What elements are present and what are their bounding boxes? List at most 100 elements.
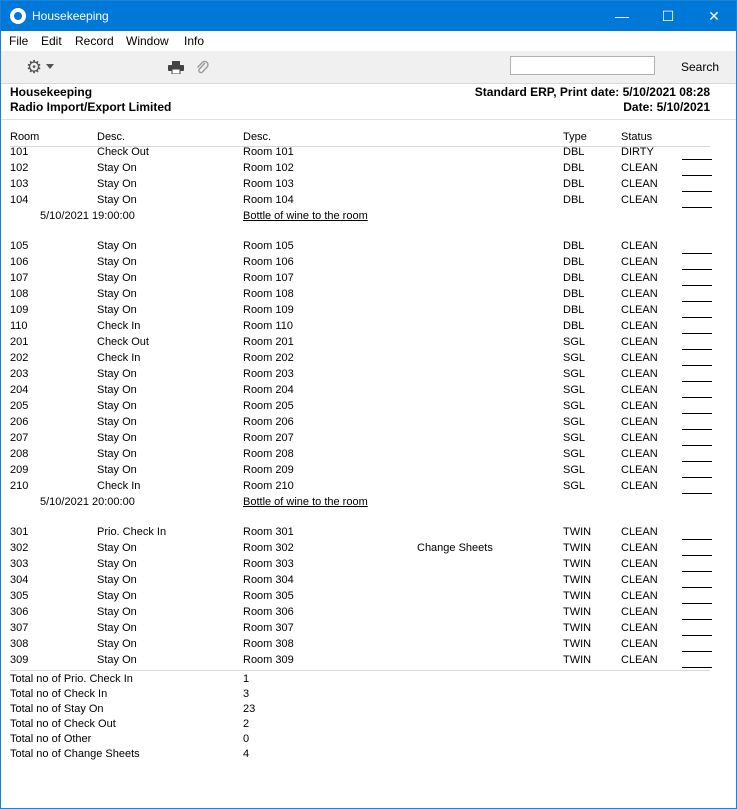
print-icon[interactable] — [168, 61, 184, 74]
room-status: CLEAN — [621, 320, 658, 332]
room-description: Room 309 — [243, 654, 294, 666]
room-action: Stay On — [97, 606, 137, 618]
room-number: 210 — [10, 480, 29, 492]
room-description: Room 104 — [243, 194, 294, 206]
minimize-button[interactable]: — — [599, 1, 645, 31]
room-status: DIRTY — [621, 146, 654, 158]
report-title: Housekeeping — [10, 85, 93, 99]
table-row: 108 Stay On Room 108 DBL CLEAN — [1, 288, 736, 304]
signature-blank — [682, 384, 712, 398]
total-row: Total no of Check In 3 — [1, 688, 736, 703]
signature-blank — [682, 622, 712, 636]
room-number: 107 — [10, 272, 29, 284]
room-number: 301 — [10, 526, 29, 538]
room-status: CLEAN — [621, 606, 658, 618]
room-number: 305 — [10, 590, 29, 602]
note-time: 5/10/2021 19:00:00 — [40, 210, 135, 222]
room-action: Stay On — [97, 638, 137, 650]
room-description: Room 303 — [243, 558, 294, 570]
menu-record[interactable]: Record — [75, 34, 114, 48]
room-action: Stay On — [97, 464, 137, 476]
menu-window[interactable]: Window — [126, 34, 169, 48]
title-bar[interactable]: Housekeeping — ☐ ✕ — [1, 1, 736, 31]
room-status: CLEAN — [621, 464, 658, 476]
room-description: Room 209 — [243, 464, 294, 476]
room-action: Stay On — [97, 542, 137, 554]
room-status: CLEAN — [621, 368, 658, 380]
total-row: Total no of Prio. Check In 1 — [1, 673, 736, 688]
room-description: Room 206 — [243, 416, 294, 428]
signature-blank — [682, 336, 712, 350]
room-number: 205 — [10, 400, 29, 412]
signature-blank — [682, 368, 712, 382]
room-type: SGL — [563, 464, 586, 476]
total-row: Total no of Stay On 23 — [1, 703, 736, 718]
close-button[interactable]: ✕ — [691, 1, 736, 31]
window-title: Housekeeping — [32, 9, 109, 23]
room-action: Stay On — [97, 558, 137, 570]
room-type: TWIN — [563, 622, 592, 634]
total-label: Total no of Change Sheets — [10, 748, 140, 760]
room-status: CLEAN — [621, 352, 658, 364]
menu-info[interactable]: Info — [184, 34, 204, 48]
room-status: CLEAN — [621, 304, 658, 316]
signature-blank — [682, 558, 712, 572]
table-row: 204 Stay On Room 204 SGL CLEAN — [1, 384, 736, 400]
totals-divider — [10, 670, 710, 671]
room-description: Room 109 — [243, 304, 294, 316]
note-link[interactable]: Bottle of wine to the room — [243, 210, 368, 222]
table-row: 302 Stay On Room 302 Change Sheets TWIN CLEAN — [1, 542, 736, 558]
room-action: Check In — [97, 352, 141, 364]
menu-edit[interactable]: Edit — [41, 34, 62, 48]
room-number: 302 — [10, 542, 29, 554]
room-status: CLEAN — [621, 256, 658, 268]
room-description: Room 101 — [243, 146, 294, 158]
room-type: SGL — [563, 416, 586, 428]
signature-blank — [682, 448, 712, 462]
room-action: Stay On — [97, 590, 137, 602]
signature-blank — [682, 304, 712, 318]
chevron-down-icon[interactable] — [46, 64, 54, 69]
total-row: Total no of Change Sheets 4 — [1, 748, 736, 763]
signature-blank — [682, 352, 712, 366]
signature-blank — [682, 400, 712, 414]
room-status: CLEAN — [621, 178, 658, 190]
room-number: 207 — [10, 432, 29, 444]
room-description: Room 201 — [243, 336, 294, 348]
room-status: CLEAN — [621, 574, 658, 586]
gear-icon[interactable]: ⚙ — [26, 58, 42, 76]
room-number: 203 — [10, 368, 29, 380]
attachment-icon[interactable] — [195, 59, 209, 75]
print-date: Standard ERP, Print date: 5/10/2021 08:2… — [474, 85, 710, 99]
total-label: Total no of Stay On — [10, 703, 104, 715]
room-number: 304 — [10, 574, 29, 586]
room-type: SGL — [563, 400, 586, 412]
room-number: 103 — [10, 178, 29, 190]
room-action: Stay On — [97, 622, 137, 634]
note-link[interactable]: Bottle of wine to the room — [243, 496, 368, 508]
room-type: TWIN — [563, 526, 592, 538]
room-description: Room 106 — [243, 256, 294, 268]
table-row: 208 Stay On Room 208 SGL CLEAN — [1, 448, 736, 464]
table-row: 203 Stay On Room 203 SGL CLEAN — [1, 368, 736, 384]
app-icon — [10, 8, 26, 24]
menu-file[interactable]: File — [9, 34, 28, 48]
search-button[interactable]: Search — [681, 60, 719, 74]
room-status: CLEAN — [621, 622, 658, 634]
table-row: 309 Stay On Room 309 TWIN CLEAN — [1, 654, 736, 670]
room-type: SGL — [563, 432, 586, 444]
room-description: Room 102 — [243, 162, 294, 174]
room-status: CLEAN — [621, 416, 658, 428]
signature-blank — [682, 480, 712, 494]
maximize-button[interactable]: ☐ — [645, 1, 691, 31]
room-status: CLEAN — [621, 384, 658, 396]
room-description: Room 202 — [243, 352, 294, 364]
room-status: CLEAN — [621, 654, 658, 666]
room-status: CLEAN — [621, 288, 658, 300]
room-number: 306 — [10, 606, 29, 618]
room-type: TWIN — [563, 558, 592, 570]
note-time: 5/10/2021 20:00:00 — [40, 496, 135, 508]
room-description: Room 305 — [243, 590, 294, 602]
room-action: Stay On — [97, 162, 137, 174]
search-input[interactable] — [510, 56, 655, 75]
